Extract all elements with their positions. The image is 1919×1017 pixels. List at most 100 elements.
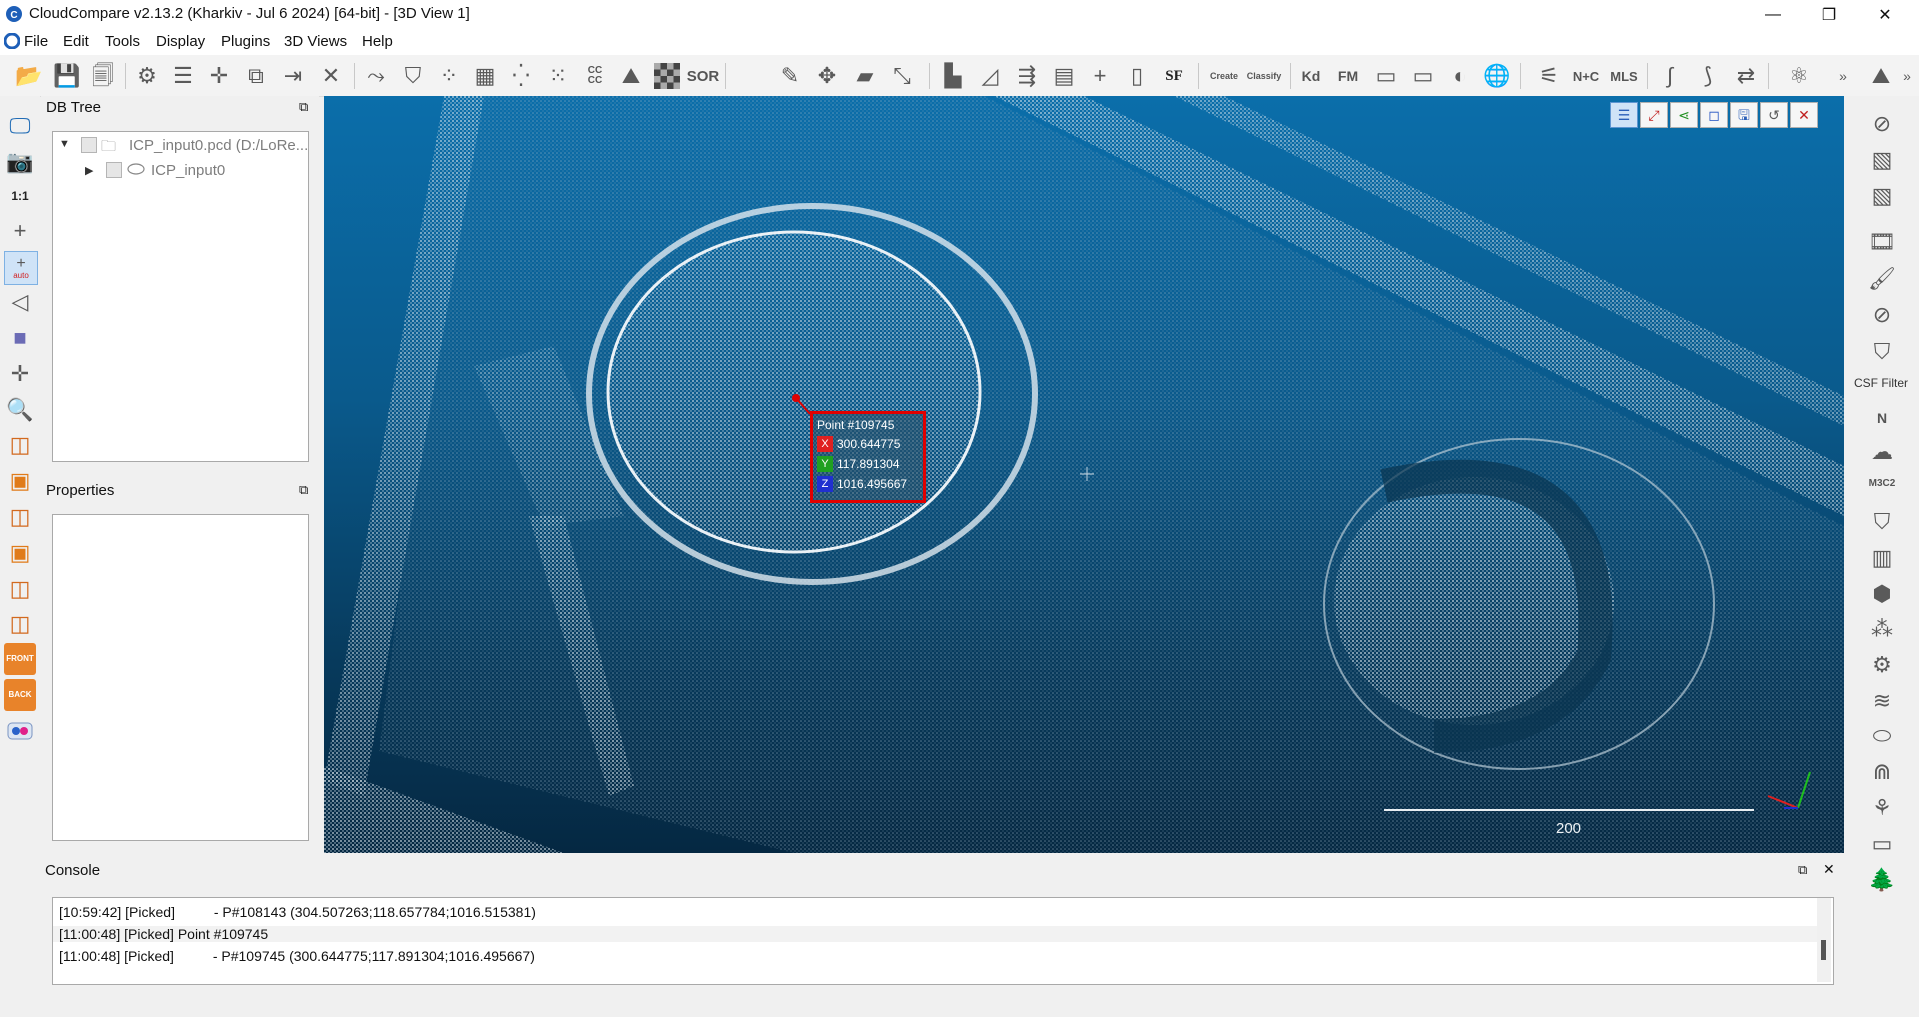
compare-icon[interactable]: ⇄: [1731, 61, 1761, 91]
save-icon[interactable]: 💾: [52, 61, 82, 91]
collapse-arrow-icon[interactable]: ▶: [85, 164, 93, 177]
properties-undock-icon[interactable]: ⧉: [299, 482, 308, 498]
save-all-icon[interactable]: 🗐: [88, 61, 118, 91]
compass-icon[interactable]: ⊘: [1866, 299, 1898, 331]
normals-color-icon[interactable]: N+C: [1571, 61, 1601, 91]
add-sf-icon[interactable]: +: [1085, 61, 1115, 91]
translate-icon[interactable]: ✥: [812, 61, 842, 91]
remove-sf-icon[interactable]: ▯: [1122, 61, 1152, 91]
pick-segment-icon[interactable]: ⤢: [1640, 102, 1668, 128]
trees-icon[interactable]: 🌲: [1866, 864, 1898, 896]
menu-3d-views[interactable]: 3D Views: [284, 33, 347, 50]
no-entry-icon[interactable]: ⊘: [1866, 108, 1898, 140]
document-icon[interactable]: ▭: [1371, 61, 1401, 91]
curve-points-icon[interactable]: ⟆: [1693, 61, 1723, 91]
close-window-button[interactable]: ✕: [1862, 0, 1908, 29]
settings-gear-icon[interactable]: ⚙: [132, 61, 162, 91]
pcv-shield-icon[interactable]: ⛉: [1866, 506, 1898, 538]
checkbox-icon[interactable]: [106, 162, 122, 178]
display-monitor-icon[interactable]: 🖵: [4, 110, 36, 142]
cube-view-icon[interactable]: ■: [4, 322, 36, 354]
menu-file[interactable]: File: [24, 33, 48, 50]
brush-icon[interactable]: 🖌: [1866, 263, 1898, 295]
cc-icon[interactable]: CC CC: [580, 61, 610, 91]
terrain-icon[interactable]: ⛰: [1866, 61, 1896, 91]
ransac-icon[interactable]: ⁂: [1866, 613, 1898, 645]
segment-icon[interactable]: ⛰: [616, 61, 646, 91]
max-icon[interactable]: ⇶: [1012, 61, 1042, 91]
menu-plugins[interactable]: Plugins: [221, 33, 270, 50]
canupo-classify-icon[interactable]: Classify: [1245, 61, 1283, 91]
reset-icon[interactable]: ↺: [1760, 102, 1788, 128]
mls-icon[interactable]: MLS: [1609, 61, 1639, 91]
console-undock-icon[interactable]: ⧉: [1798, 862, 1807, 878]
subsample-icon[interactable]: ▦: [470, 61, 500, 91]
app-menu-icon[interactable]: [3, 32, 21, 50]
csf-shield-icon[interactable]: ⛉: [1866, 336, 1898, 368]
normals-icon[interactable]: ⚟: [1534, 61, 1564, 91]
back-view-cube-icon[interactable]: ▣: [4, 537, 36, 569]
perspective-icon[interactable]: ◁: [4, 286, 36, 318]
gradient-icon[interactable]: ◿: [975, 61, 1005, 91]
zoom-icon[interactable]: 🔍: [4, 394, 36, 426]
hpr-icon[interactable]: ☁: [1866, 436, 1898, 468]
canupo-create-icon[interactable]: Create: [1207, 61, 1241, 91]
open-file-icon[interactable]: 📂: [14, 61, 44, 91]
knife-icon[interactable]: ✎: [775, 61, 805, 91]
train-icon[interactable]: ⚛: [1784, 61, 1814, 91]
align-icon[interactable]: ⤡: [887, 61, 917, 91]
camera-icon[interactable]: 📷: [4, 146, 36, 178]
scrollbar-thumb[interactable]: [1821, 940, 1826, 960]
m3c2-icon[interactable]: M3C2: [1866, 468, 1898, 500]
bottom-view-icon[interactable]: ◫: [4, 608, 36, 640]
save-label-icon[interactable]: 🖫: [1730, 102, 1758, 128]
console-close-icon[interactable]: ✕: [1823, 861, 1835, 878]
3d-view[interactable]: ☰ ⤢ ⋖ ◻ 🖫 ↺ ✕ Point #109745 X 300.644775…: [324, 96, 1844, 853]
minimize-button[interactable]: —: [1750, 0, 1796, 29]
expand-arrow-icon[interactable]: ▼: [59, 138, 70, 150]
checkerboard-icon[interactable]: [652, 61, 682, 91]
export-icon[interactable]: ⇥: [278, 61, 308, 91]
tree-item-cloud[interactable]: ICP_input0: [151, 162, 225, 179]
pick-area-icon[interactable]: ◻: [1700, 102, 1728, 128]
sf-list-icon[interactable]: ▤: [1049, 61, 1079, 91]
noise-icon[interactable]: ⁙: [543, 61, 573, 91]
zoom-1-to-1-icon[interactable]: 1:1: [4, 180, 36, 212]
plane-icon[interactable]: ▰: [850, 61, 880, 91]
menu-display[interactable]: Display: [156, 33, 205, 50]
shield-icon[interactable]: ⛉: [398, 61, 428, 91]
globe-icon[interactable]: 🌐: [1482, 61, 1512, 91]
restore-button[interactable]: ❐: [1806, 0, 1852, 29]
tree-item-file[interactable]: ICP_input0.pcd (D:/LoRe...: [129, 137, 308, 154]
document2-icon[interactable]: ▭: [1408, 61, 1438, 91]
close-pick-icon[interactable]: ✕: [1790, 102, 1818, 128]
arch-icon[interactable]: ⋒: [1866, 756, 1898, 788]
top-view-icon[interactable]: ◫: [4, 429, 36, 461]
pivot-icon[interactable]: +: [4, 215, 36, 247]
delete-icon[interactable]: ✕: [316, 61, 346, 91]
sf-icon[interactable]: SF: [1159, 61, 1189, 91]
sweep-icon[interactable]: ▧: [1866, 180, 1898, 212]
pcv-icon[interactable]: ▥: [1866, 542, 1898, 574]
list-icon[interactable]: ☰: [168, 61, 198, 91]
front-view-cube-icon[interactable]: ▣: [4, 465, 36, 497]
back-iso-icon[interactable]: BACK: [4, 679, 36, 711]
console-log[interactable]: [10:59:42] [Picked] - P#108143 (304.5072…: [52, 897, 1834, 985]
menu-help[interactable]: Help: [362, 33, 393, 50]
pick-triangle-icon[interactable]: ⋖: [1670, 102, 1698, 128]
gear-points-icon[interactable]: ⚙: [1866, 649, 1898, 681]
view-properties-icon[interactable]: ☰: [1610, 102, 1638, 128]
menu-edit[interactable]: Edit: [63, 33, 89, 50]
ccl-icon[interactable]: ▧: [1866, 144, 1898, 176]
stereo-icon[interactable]: [4, 715, 36, 747]
toolbar-overflow2-icon[interactable]: »: [1900, 61, 1914, 91]
ruler-icon[interactable]: ▭: [1866, 828, 1898, 860]
merge-icon[interactable]: ⤳: [361, 61, 391, 91]
kd-tree-icon[interactable]: Kd: [1296, 61, 1326, 91]
menu-tools[interactable]: Tools: [105, 33, 140, 50]
right-view-icon[interactable]: ◫: [4, 573, 36, 605]
layers-icon[interactable]: ≋: [1866, 685, 1898, 717]
sor-filter-icon[interactable]: SOR: [687, 61, 720, 91]
facet-fm-icon[interactable]: FM: [1333, 61, 1363, 91]
scatter-icon[interactable]: ⁛: [506, 61, 536, 91]
